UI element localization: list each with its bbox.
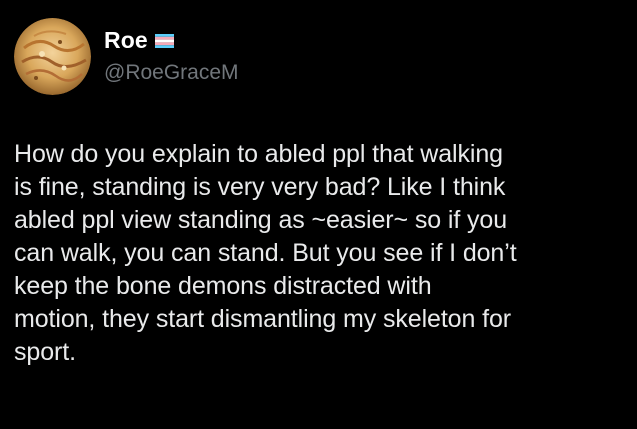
tweet-text: How do you explain to abled ppl that wal… bbox=[14, 140, 517, 366]
transgender-flag-icon bbox=[154, 33, 174, 48]
user-identity: Roe @RoeGraceM bbox=[104, 26, 239, 85]
tweet-card: Roe @RoeGraceM How do you explain to abl… bbox=[0, 0, 637, 429]
tweet-header: Roe @RoeGraceM bbox=[14, 18, 239, 95]
user-handle[interactable]: @RoeGraceM bbox=[104, 61, 239, 85]
avatar-image bbox=[14, 18, 91, 95]
avatar[interactable] bbox=[14, 18, 91, 95]
display-name[interactable]: Roe bbox=[104, 27, 148, 54]
name-row: Roe bbox=[104, 26, 239, 54]
